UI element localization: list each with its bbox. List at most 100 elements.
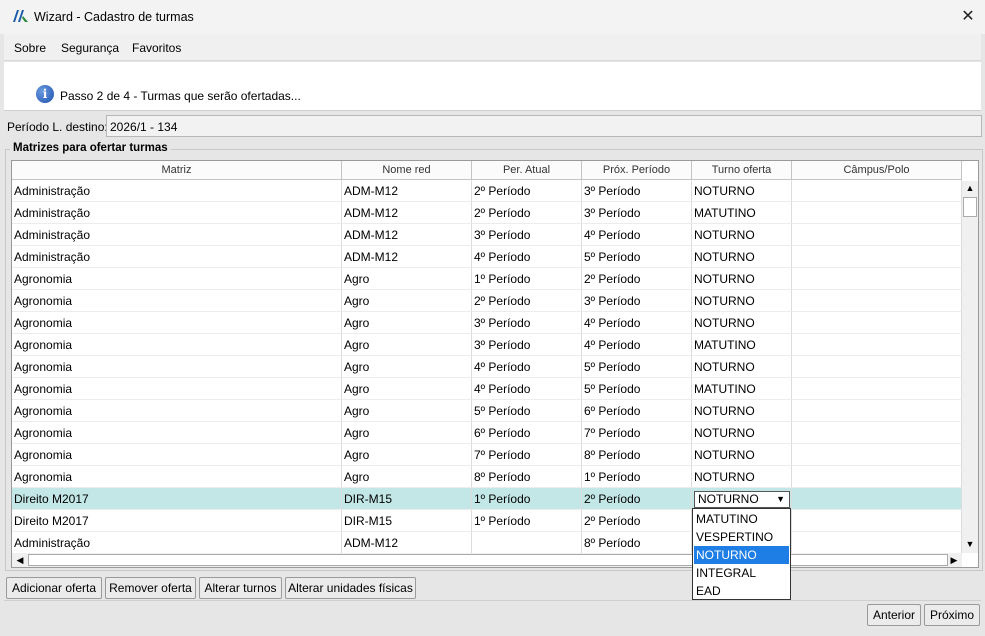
table-cell: 1º Período: [472, 268, 582, 290]
table-row[interactable]: Agronomia Agro 5º Período 6º Período NOTURNO: [12, 400, 962, 422]
table-cell: NOTURNO: [692, 268, 792, 290]
table-cell: [792, 246, 962, 268]
table-cell: [792, 356, 962, 378]
table-cell: 8º Período: [582, 532, 692, 554]
table-cell: [792, 510, 962, 532]
adicionar-oferta-button[interactable]: Adicionar oferta: [6, 577, 102, 599]
periodo-field: [106, 115, 982, 137]
turno-option[interactable]: MATUTINO: [694, 510, 789, 528]
turno-option[interactable]: INTEGRAL: [694, 564, 789, 582]
proximo-button[interactable]: Próximo: [924, 604, 980, 626]
table-cell: 5º Período: [582, 378, 692, 400]
table-cell: DIR-M15: [342, 510, 472, 532]
table-cell: Agronomia: [12, 378, 342, 400]
vertical-scroll-thumb[interactable]: [963, 197, 977, 217]
table-cell: 2º Período: [472, 180, 582, 202]
table-cell: ADM-M12: [342, 202, 472, 224]
table-cell: NOTURNO: [692, 400, 792, 422]
scroll-down-icon[interactable]: ▼: [962, 537, 978, 551]
vertical-scrollbar[interactable]: ▲ ▼: [962, 181, 978, 553]
table-cell: 4º Período: [582, 334, 692, 356]
table-cell: Administração: [12, 202, 342, 224]
table-cell: ADM-M12: [342, 246, 472, 268]
scroll-right-icon[interactable]: ▶: [946, 553, 962, 567]
table-row[interactable]: Administração ADM-M12 4º Período 5º Período…: [12, 246, 962, 268]
table-row[interactable]: Agronomia Agro 3º Período 4º Período MATUTIN…: [12, 334, 962, 356]
step-text: Passo 2 de 4 - Turmas que serão ofertada…: [60, 89, 301, 103]
column-header[interactable]: Câmpus/Polo: [792, 161, 962, 180]
table-cell: NOTURNO: [692, 422, 792, 444]
turno-select[interactable]: NOTURNO ▼: [694, 491, 790, 508]
table-cell: 5º Período: [582, 356, 692, 378]
table-cell: [792, 334, 962, 356]
menu-favoritos[interactable]: Favoritos: [132, 41, 181, 55]
table-row[interactable]: Agronomia Agro 7º Período 8º Período NOTURNO: [12, 444, 962, 466]
table-cell: Agronomia: [12, 400, 342, 422]
table-row[interactable]: Direito M2017 DIR-M15 1º Período 2º Período: [12, 510, 962, 532]
table-cell: NOTURNO: [692, 290, 792, 312]
table-row[interactable]: Agronomia Agro 4º Período 5º Período NOTURNO: [12, 356, 962, 378]
table-row[interactable]: Administração ADM-M12 3º Período 4º Período…: [12, 224, 962, 246]
matrizes-table: Matriz Nome red Per. Atual Próx. Período Tur…: [11, 160, 979, 568]
column-header[interactable]: Per. Atual: [472, 161, 582, 180]
table-cell: [792, 422, 962, 444]
table-row[interactable]: Agronomia Agro 6º Período 7º Período NOTURNO: [12, 422, 962, 444]
table-cell: Agro: [342, 400, 472, 422]
menu-seguranca[interactable]: Segurança: [61, 41, 119, 55]
turno-option[interactable]: VESPERTINO: [694, 528, 789, 546]
close-icon[interactable]: ✕: [955, 4, 981, 30]
table-cell: Agronomia: [12, 466, 342, 488]
remover-oferta-button[interactable]: Remover oferta: [105, 577, 196, 599]
anterior-button[interactable]: Anterior: [867, 604, 921, 626]
table-row[interactable]: Agronomia Agro 1º Período 2º Período NOTURNO: [12, 268, 962, 290]
alterar-turnos-button[interactable]: Alterar turnos: [199, 577, 282, 599]
alterar-unidades-button[interactable]: Alterar unidades físicas: [285, 577, 416, 599]
table-cell: Administração: [12, 246, 342, 268]
turno-option[interactable]: NOTURNO: [694, 546, 789, 564]
table-cell: 2º Período: [472, 202, 582, 224]
table-cell: Agro: [342, 378, 472, 400]
table-cell: 5º Período: [472, 400, 582, 422]
turno-option[interactable]: EAD: [694, 582, 789, 600]
column-header[interactable]: Nome red: [342, 161, 472, 180]
table-cell: 3º Período: [582, 202, 692, 224]
column-header[interactable]: Matriz: [12, 161, 342, 180]
table-cell: 6º Período: [472, 422, 582, 444]
table-cell: Agronomia: [12, 334, 342, 356]
periodo-label: Período L. destino:: [7, 120, 108, 134]
column-header[interactable]: Turno oferta: [692, 161, 792, 180]
table-cell: [792, 444, 962, 466]
table-row[interactable]: Administração ADM-M12 8º Período: [12, 532, 962, 554]
table-cell: NOTURNO: [692, 180, 792, 202]
table-cell: NOTURNO: [692, 246, 792, 268]
menu-bar: Sobre Segurança Favoritos: [4, 34, 981, 61]
table-row[interactable]: Agronomia Agro 3º Período 4º Período NOTURNO: [12, 312, 962, 334]
table-cell: [792, 488, 962, 510]
table-cell: 3º Período: [582, 290, 692, 312]
horizontal-scroll-thumb[interactable]: [28, 554, 948, 566]
table-row[interactable]: Agronomia Agro 8º Período 1º Período NOTURNO: [12, 466, 962, 488]
table-row[interactable]: Agronomia Agro 2º Período 3º Período NOTURNO: [12, 290, 962, 312]
table-cell: MATUTINO: [692, 334, 792, 356]
scroll-left-icon[interactable]: ◀: [12, 553, 28, 567]
table-row[interactable]: Administração ADM-M12 2º Período 3º Período…: [12, 202, 962, 224]
info-icon: i: [36, 85, 54, 103]
table-row[interactable]: Administração ADM-M12 2º Período 3º Período…: [12, 180, 962, 202]
horizontal-scrollbar[interactable]: ◀ ▶: [12, 553, 962, 567]
table-row[interactable]: Direito M2017 DIR-M15 1º Período 2º Período…: [12, 488, 962, 510]
app-logo-icon: [13, 10, 28, 22]
table-cell: DIR-M15: [342, 488, 472, 510]
table-cell: Agro: [342, 422, 472, 444]
table-cell: [792, 224, 962, 246]
table-cell: 5º Período: [582, 246, 692, 268]
column-header[interactable]: Próx. Período: [582, 161, 692, 180]
table-cell: [792, 400, 962, 422]
menu-sobre[interactable]: Sobre: [14, 41, 46, 55]
table-cell: [792, 202, 962, 224]
table-row[interactable]: Agronomia Agro 4º Período 5º Período MATUTIN…: [12, 378, 962, 400]
table-cell: Agronomia: [12, 268, 342, 290]
table-cell: NOTURNO: [692, 444, 792, 466]
scroll-up-icon[interactable]: ▲: [962, 181, 978, 195]
table-cell: Agro: [342, 444, 472, 466]
chevron-down-icon: ▼: [776, 494, 785, 504]
